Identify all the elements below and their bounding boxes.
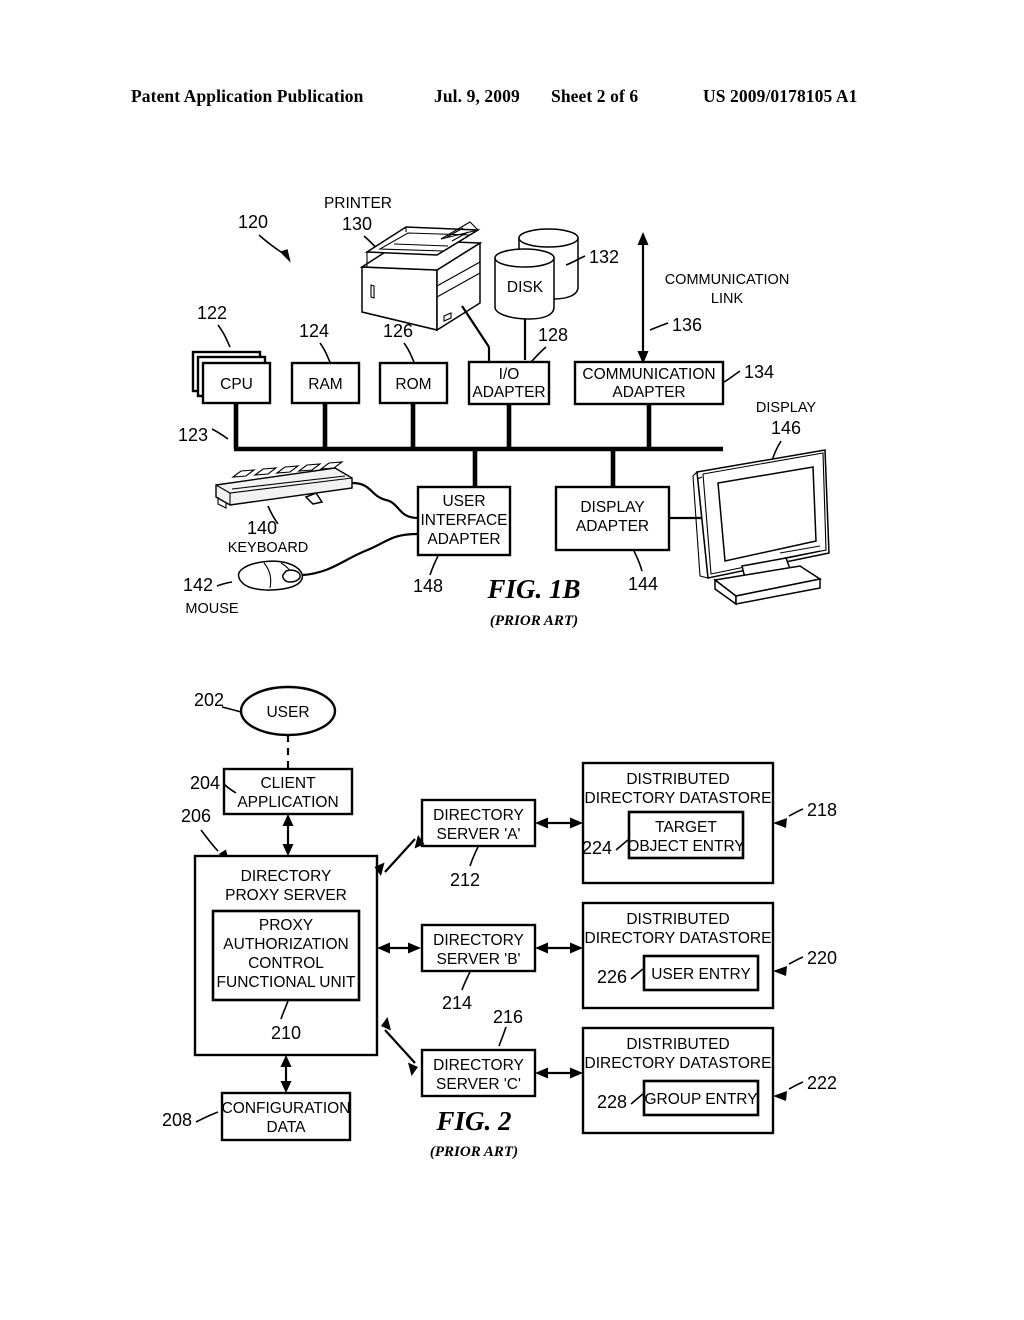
- ref-128: 128: [538, 325, 568, 345]
- box-ds-b-label-line1: DIRECTORY: [433, 932, 524, 949]
- ref-226: 226: [597, 967, 627, 987]
- ref-202: 202: [194, 690, 224, 710]
- label-communication-link-line2: LINK: [711, 291, 744, 307]
- figure-1b-caption-sub: (PRIOR ART): [490, 613, 578, 629]
- ref-204: 204: [190, 773, 220, 793]
- box-ds-a-label-line2: SERVER 'A': [436, 826, 520, 843]
- node-user-label: USER: [266, 704, 309, 721]
- box-group-entry-label: GROUP ENTRY: [644, 1091, 757, 1108]
- ref-148: 148: [413, 576, 443, 596]
- ref-206: 206: [181, 806, 211, 826]
- ref-220: 220: [807, 948, 837, 968]
- box-datastore-c-label-line2: DIRECTORY DATASTORE: [585, 1055, 772, 1072]
- box-pacfu-label-line4: FUNCTIONAL UNIT: [217, 974, 356, 991]
- ref-120: 120: [238, 212, 268, 232]
- box-ds-c-label-line1: DIRECTORY: [433, 1057, 524, 1074]
- ref-228: 228: [597, 1092, 627, 1112]
- figure-2: USER 202 CLIENT APPLICATION 204 206 DIRE…: [162, 685, 837, 1160]
- box-communication-adapter-label-line2: ADAPTER: [612, 384, 685, 401]
- ref-146: 146: [771, 418, 801, 438]
- ref-212: 212: [450, 870, 480, 890]
- box-datastore-a-label-line1: DISTRIBUTED: [626, 771, 729, 788]
- box-ui-adapter-label-line3: ADAPTER: [427, 531, 500, 548]
- printer-illustration: [359, 221, 483, 332]
- ref-126: 126: [383, 321, 413, 341]
- ref-218: 218: [807, 800, 837, 820]
- ref-208: 208: [162, 1110, 192, 1130]
- box-pacfu-label-line1: PROXY: [259, 917, 313, 934]
- patent-page: Patent Application Publication Jul. 9, 2…: [0, 0, 1024, 1320]
- ref-140: 140: [247, 518, 277, 538]
- display-illustration: [692, 449, 830, 606]
- keyboard-illustration: [215, 461, 353, 509]
- box-config-label-line1: CONFIGURATION: [222, 1100, 351, 1117]
- label-keyboard: KEYBOARD: [228, 540, 309, 556]
- figure-1b-caption: FIG. 1B: [486, 574, 580, 604]
- box-dps-label-line2: PROXY SERVER: [225, 887, 347, 904]
- box-io-adapter-label-line1: I/O: [499, 366, 520, 383]
- box-ui-adapter-label-line2: INTERFACE: [421, 512, 508, 529]
- figure-2-caption-sub: (PRIOR ART): [430, 1144, 518, 1160]
- disk-illustration: DISK: [494, 228, 579, 320]
- patent-drawings: 120 PRINTER 130 DISK 132 COMMUNICATION L…: [162, 195, 837, 1160]
- box-communication-adapter-label-line1: COMMUNICATION: [582, 366, 715, 383]
- label-display: DISPLAY: [756, 400, 817, 416]
- box-pacfu-label-line2: AUTHORIZATION: [223, 936, 348, 953]
- ref-216: 216: [493, 1007, 523, 1027]
- box-target-entry-label-line2: OBJECT ENTRY: [627, 838, 744, 855]
- box-datastore-c-label-line1: DISTRIBUTED: [626, 1036, 729, 1053]
- box-display-adapter-label-line2: ADAPTER: [576, 518, 649, 535]
- ref-222: 222: [807, 1073, 837, 1093]
- mouse-illustration: [237, 560, 304, 591]
- box-ui-adapter-label-line1: USER: [442, 493, 485, 510]
- box-rom-label: ROM: [395, 376, 431, 393]
- box-datastore-b-label-line1: DISTRIBUTED: [626, 911, 729, 928]
- label-disk: DISK: [507, 279, 544, 296]
- box-dps-label-line1: DIRECTORY: [241, 868, 332, 885]
- figure-1b: 120 PRINTER 130 DISK 132 COMMUNICATION L…: [178, 195, 830, 629]
- ref-214: 214: [442, 993, 472, 1013]
- ref-142: 142: [183, 575, 213, 595]
- ref-144: 144: [628, 574, 658, 594]
- box-config-label-line2: DATA: [266, 1119, 306, 1136]
- box-user-entry-label: USER ENTRY: [651, 966, 751, 983]
- ref-123: 123: [178, 425, 208, 445]
- box-client-application-label-line1: CLIENT: [260, 775, 316, 792]
- box-datastore-b-label-line2: DIRECTORY DATASTORE: [585, 930, 772, 947]
- ref-224: 224: [582, 838, 612, 858]
- ref-210: 210: [271, 1023, 301, 1043]
- box-datastore-a-label-line2: DIRECTORY DATASTORE: [585, 790, 772, 807]
- ref-124: 124: [299, 321, 329, 341]
- box-io-adapter-label-line2: ADAPTER: [472, 384, 545, 401]
- box-pacfu-label-line3: CONTROL: [248, 955, 324, 972]
- box-ram-label: RAM: [308, 376, 342, 393]
- label-printer: PRINTER: [324, 195, 392, 212]
- ref-130: 130: [342, 214, 372, 234]
- box-display-adapter-label-line1: DISPLAY: [580, 499, 644, 516]
- box-target-entry-label-line1: TARGET: [655, 819, 717, 836]
- box-ds-c-label-line2: SERVER 'C': [436, 1076, 521, 1093]
- ref-134: 134: [744, 362, 774, 382]
- box-ds-a-label-line1: DIRECTORY: [433, 807, 524, 824]
- box-cpu-label: CPU: [220, 376, 253, 393]
- box-client-application-label-line2: APPLICATION: [237, 794, 338, 811]
- figure-2-caption: FIG. 2: [435, 1106, 511, 1136]
- ref-122: 122: [197, 303, 227, 323]
- box-ds-b-label-line2: SERVER 'B': [436, 951, 520, 968]
- ref-136: 136: [672, 315, 702, 335]
- ref-132: 132: [589, 247, 619, 267]
- label-mouse: MOUSE: [185, 601, 239, 617]
- label-communication-link-line1: COMMUNICATION: [665, 272, 790, 288]
